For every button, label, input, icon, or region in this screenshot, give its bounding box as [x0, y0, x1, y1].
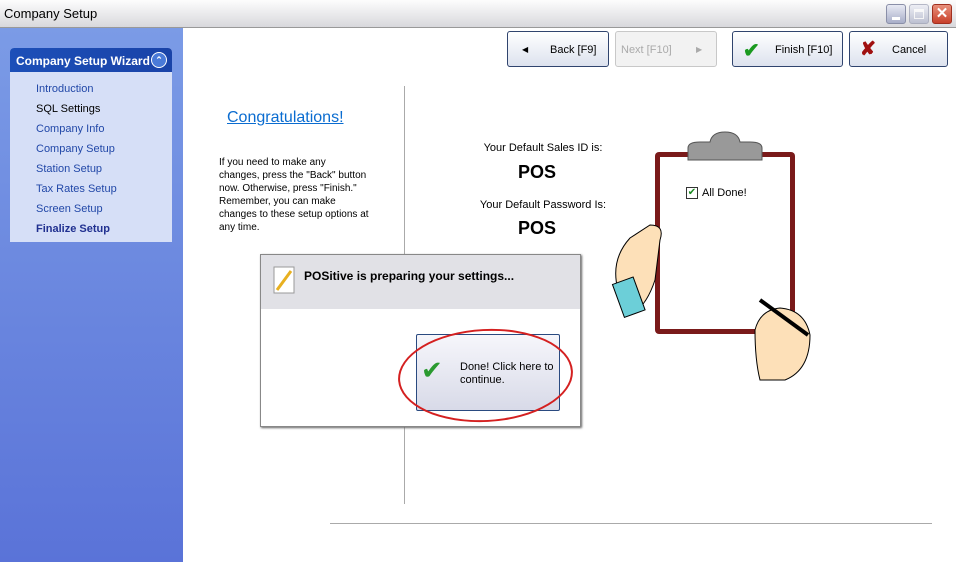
cancel-label: Cancel [892, 44, 927, 56]
next-button: Next [F10] ▶ [615, 31, 717, 67]
wizard-panel: Company Setup Wizard ⌃ Introduction SQL S… [10, 48, 172, 242]
sidebar-item-sql-settings[interactable]: SQL Settings [10, 98, 172, 118]
clipboard-illustration [611, 131, 811, 381]
checkmark-icon: ✔ [743, 40, 760, 62]
close-icon: ✕ [935, 5, 949, 22]
done-continue-label: Done! Click here to continue. [460, 361, 554, 386]
finish-label: Finish [F10] [775, 44, 833, 56]
sidebar-item-company-info[interactable]: Company Info [10, 118, 172, 138]
back-button[interactable]: ◀ Back [F9] [507, 31, 609, 67]
congratulations-heading: Congratulations! [227, 109, 344, 126]
minimize-button[interactable] [886, 4, 906, 24]
collapse-chevron-icon[interactable]: ⌃ [151, 52, 167, 68]
sidebar-item-company-setup[interactable]: Company Setup [10, 138, 172, 158]
sidebar-item-introduction[interactable]: Introduction [10, 78, 172, 98]
done-continue-button[interactable]: ✔ Done! Click here to continue. [416, 334, 560, 411]
window-title: Company Setup [4, 6, 98, 21]
all-done-checkbox[interactable]: ✔ [686, 187, 698, 199]
x-icon: ✘ [860, 39, 876, 60]
password-label: Your Default Password Is: [479, 199, 607, 211]
instructions-text: If you need to make any changes, press t… [219, 157, 369, 233]
checkmark-icon: ✔ [421, 355, 443, 385]
maximize-button[interactable] [909, 4, 929, 24]
sidebar: Company Setup Wizard ⌃ Introduction SQL S… [0, 28, 183, 562]
sales-id-value: POS [517, 162, 556, 182]
next-label: Next [F10] [621, 44, 672, 56]
sales-id-label: Your Default Sales ID is: [483, 142, 603, 154]
title-bar: Company Setup ✕ [0, 0, 956, 28]
close-button[interactable]: ✕ [932, 4, 952, 24]
finish-button[interactable]: ✔ Finish [F10] [732, 31, 843, 67]
sidebar-item-tax-rates-setup[interactable]: Tax Rates Setup [10, 178, 172, 198]
divider [330, 523, 932, 524]
wizard-panel-title: Company Setup Wizard [16, 54, 150, 68]
dialog-title: POSitive is preparing your settings... [304, 269, 515, 283]
right-arrow-icon: ▶ [696, 45, 703, 54]
preparing-settings-dialog: POSitive is preparing your settings... ✔… [260, 254, 581, 427]
sidebar-item-station-setup[interactable]: Station Setup [10, 158, 172, 178]
back-label: Back [F9] [550, 44, 597, 56]
cancel-button[interactable]: ✘ Cancel [849, 31, 948, 67]
wizard-panel-header[interactable]: Company Setup Wizard ⌃ [10, 48, 172, 72]
left-arrow-icon: ◀ [522, 45, 529, 54]
all-done-label: All Done! [702, 187, 747, 199]
notepad-pencil-icon [273, 266, 295, 294]
sidebar-item-screen-setup[interactable]: Screen Setup [10, 198, 172, 218]
sidebar-item-finalize-setup[interactable]: Finalize Setup [10, 218, 172, 238]
password-value: POS [517, 218, 556, 238]
